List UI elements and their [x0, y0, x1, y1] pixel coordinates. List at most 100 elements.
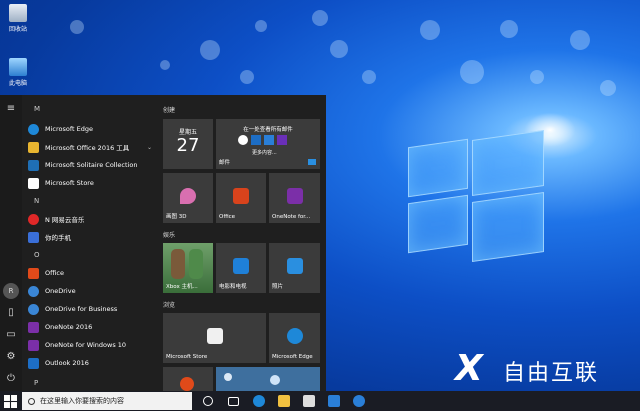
app-office-2016-tools[interactable]: Microsoft Office 2016 工具 ⌄	[28, 139, 156, 155]
settings-gear-icon[interactable]: ⚙	[3, 349, 19, 365]
section-letter-n[interactable]: N	[34, 197, 39, 205]
tile-store[interactable]: Microsoft Store	[163, 313, 266, 363]
solitaire-icon	[28, 159, 39, 171]
app-label: Microsoft Store	[45, 179, 94, 187]
app-label: 你的手机	[45, 234, 71, 242]
movies-tv-icon	[233, 257, 249, 274]
yahoo-icon	[277, 135, 287, 145]
app-onenote-w10[interactable]: OneNote for Windows 10	[28, 337, 156, 353]
app-netease-music[interactable]: N 网易云音乐	[28, 211, 156, 227]
app-outlook-2016[interactable]: Outlook 2016	[28, 355, 156, 371]
desktop-icon-recycle-bin[interactable]: 回收站	[3, 4, 33, 33]
search-placeholder: 在这里输入你要搜索的内容	[40, 397, 124, 405]
weather-icon	[270, 375, 280, 385]
bokeh-light	[160, 60, 170, 70]
hamburger-menu-icon[interactable]: ≡	[3, 101, 19, 117]
outlook-mail-icon	[251, 135, 261, 145]
logo-pane	[408, 194, 468, 254]
tile-photos[interactable]: 照片	[269, 243, 320, 293]
calendar-day: 27	[176, 135, 200, 156]
tile-area: 创建 星期五 27 在一处查看所有邮件 更多内容... 邮件 画图 3D Off…	[160, 95, 326, 391]
bokeh-light	[460, 60, 484, 84]
bokeh-light	[240, 70, 254, 84]
tile-office[interactable]: Office	[216, 173, 266, 223]
start-menu: ≡ R ▯ ▭ ⚙ ⏻ M Microsoft Edge Microsoft O…	[0, 95, 326, 391]
arrow-app-icon[interactable]	[353, 395, 365, 407]
user-avatar-icon[interactable]: R	[3, 283, 19, 299]
logo-pane	[472, 129, 544, 197]
tile-mail[interactable]: 在一处查看所有邮件 更多内容... 邮件	[216, 119, 320, 169]
chevron-down-icon[interactable]: ⌄	[147, 144, 152, 151]
edge-taskbar-icon[interactable]	[253, 395, 265, 407]
onenote-w10-icon	[28, 339, 39, 351]
tile-paint3d[interactable]: 画图 3D	[163, 173, 213, 223]
app-solitaire[interactable]: Microsoft Solitaire Collection	[28, 157, 156, 173]
desktop-icon-this-pc[interactable]: 此电脑	[3, 58, 33, 87]
app-label: N 网易云音乐	[45, 216, 85, 224]
app-label: Microsoft Office 2016 工具	[45, 144, 130, 152]
office-tile-icon	[233, 187, 249, 204]
section-letter-o[interactable]: O	[34, 251, 40, 259]
task-view-icon[interactable]	[228, 397, 239, 406]
edge-tile-icon	[286, 327, 303, 344]
bokeh-light	[570, 30, 590, 50]
taskbar: 在这里输入你要搜索的内容	[0, 391, 640, 411]
group-header-play[interactable]: 娱乐	[163, 230, 175, 239]
tile-label: 画图 3D	[166, 214, 187, 220]
logo-pane	[408, 138, 468, 198]
app-your-phone[interactable]: 你的手机	[28, 229, 156, 245]
bokeh-light	[312, 10, 328, 26]
onenote-icon	[28, 321, 39, 333]
documents-icon[interactable]: ▯	[3, 305, 19, 321]
bokeh-light	[420, 20, 440, 40]
windows-start-icon[interactable]	[4, 395, 17, 408]
this-pc-icon	[9, 58, 27, 76]
windows-logo-wallpaper	[408, 129, 558, 265]
bokeh-light	[362, 70, 376, 84]
store-taskbar-icon[interactable]	[303, 395, 315, 407]
folder-icon	[28, 141, 39, 153]
app-office[interactable]: Office	[28, 265, 156, 281]
group-header-browse[interactable]: 浏览	[163, 300, 175, 309]
app-onenote-2016[interactable]: OneNote 2016	[28, 319, 156, 335]
logo-pane	[472, 191, 544, 263]
xbox-character-art	[189, 249, 203, 279]
search-box[interactable]: 在这里输入你要搜索的内容	[22, 392, 192, 410]
app-onedrive-business[interactable]: OneDrive for Business	[28, 301, 156, 317]
tile-weather-partial[interactable]	[216, 367, 320, 391]
mail-provider-icons	[238, 135, 287, 145]
edge-icon	[28, 123, 39, 135]
store-icon	[28, 177, 39, 189]
mail-taskbar-icon[interactable]	[328, 395, 340, 407]
tile-label: 照片	[272, 284, 284, 290]
app-label: Office	[45, 269, 64, 277]
tile-edge[interactable]: Microsoft Edge	[269, 313, 320, 363]
group-header-create[interactable]: 创建	[163, 105, 175, 114]
app-microsoft-store[interactable]: Microsoft Store	[28, 175, 156, 191]
tile-calendar[interactable]: 星期五 27	[163, 119, 213, 169]
tile-movies[interactable]: 电影和电视	[216, 243, 266, 293]
desktop-icon-label: 回收站	[8, 26, 27, 33]
section-letter-p[interactable]: P	[34, 379, 38, 387]
your-phone-icon	[28, 231, 39, 243]
desktop-icon-label: 此电脑	[8, 80, 27, 87]
file-explorer-icon[interactable]	[278, 395, 290, 407]
pictures-icon[interactable]: ▭	[3, 327, 19, 343]
mail-envelope-icon	[308, 159, 316, 165]
tile-label: OneNote for...	[272, 214, 311, 220]
section-letter-m[interactable]: M	[34, 105, 40, 113]
bokeh-light	[330, 40, 348, 58]
cortana-circle-icon[interactable]	[203, 396, 213, 406]
app-label: OneDrive for Business	[45, 305, 118, 313]
exchange-icon	[264, 135, 274, 145]
app-label: OneNote 2016	[45, 323, 93, 331]
onedrive-icon	[28, 285, 39, 297]
tile-xbox[interactable]: Xbox 主机...	[163, 243, 213, 293]
tile-onenote[interactable]: OneNote for...	[269, 173, 320, 223]
power-icon[interactable]: ⏻	[3, 371, 19, 387]
tile-label: Microsoft Edge	[272, 354, 313, 360]
app-onedrive[interactable]: OneDrive	[28, 283, 156, 299]
google-icon	[238, 135, 248, 145]
tile-partial[interactable]	[163, 367, 213, 391]
app-microsoft-edge[interactable]: Microsoft Edge	[28, 121, 156, 137]
